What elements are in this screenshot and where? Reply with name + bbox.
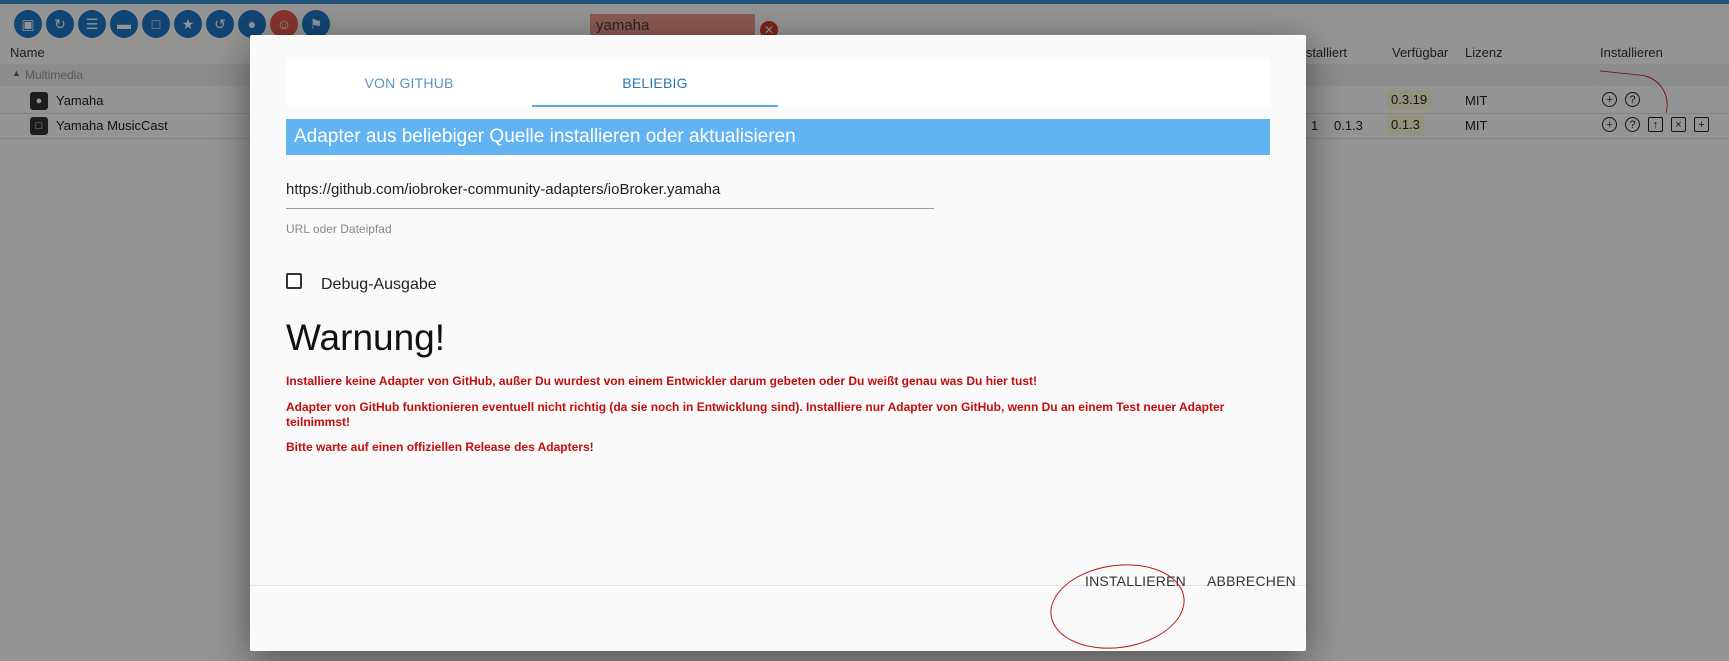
url-input[interactable] [286, 170, 934, 209]
debug-checkbox[interactable] [286, 273, 302, 289]
url-field-label: URL oder Dateipfad [286, 222, 392, 236]
dialog-banner: Adapter aus beliebiger Quelle installier… [286, 119, 1270, 155]
debug-checkbox-label[interactable]: Debug-Ausgabe [321, 276, 437, 294]
tab-from-github[interactable]: VON GITHUB [286, 59, 532, 107]
tab-custom[interactable]: BELIEBIG [532, 59, 778, 107]
source-tabs: VON GITHUB BELIEBIG [286, 59, 1270, 107]
install-from-url-dialog: VON GITHUB BELIEBIG Adapter aus beliebig… [250, 35, 1306, 651]
warning-line: Bitte warte auf einen offiziellen Releas… [286, 440, 594, 454]
warning-line: Adapter von GitHub funktionieren eventue… [286, 400, 1225, 429]
cancel-button[interactable]: ABBRECHEN [1207, 573, 1296, 589]
active-tab-indicator [532, 105, 778, 107]
warning-title: Warnung! [286, 317, 446, 358]
warning-line: Installiere keine Adapter von GitHub, au… [286, 374, 1038, 388]
